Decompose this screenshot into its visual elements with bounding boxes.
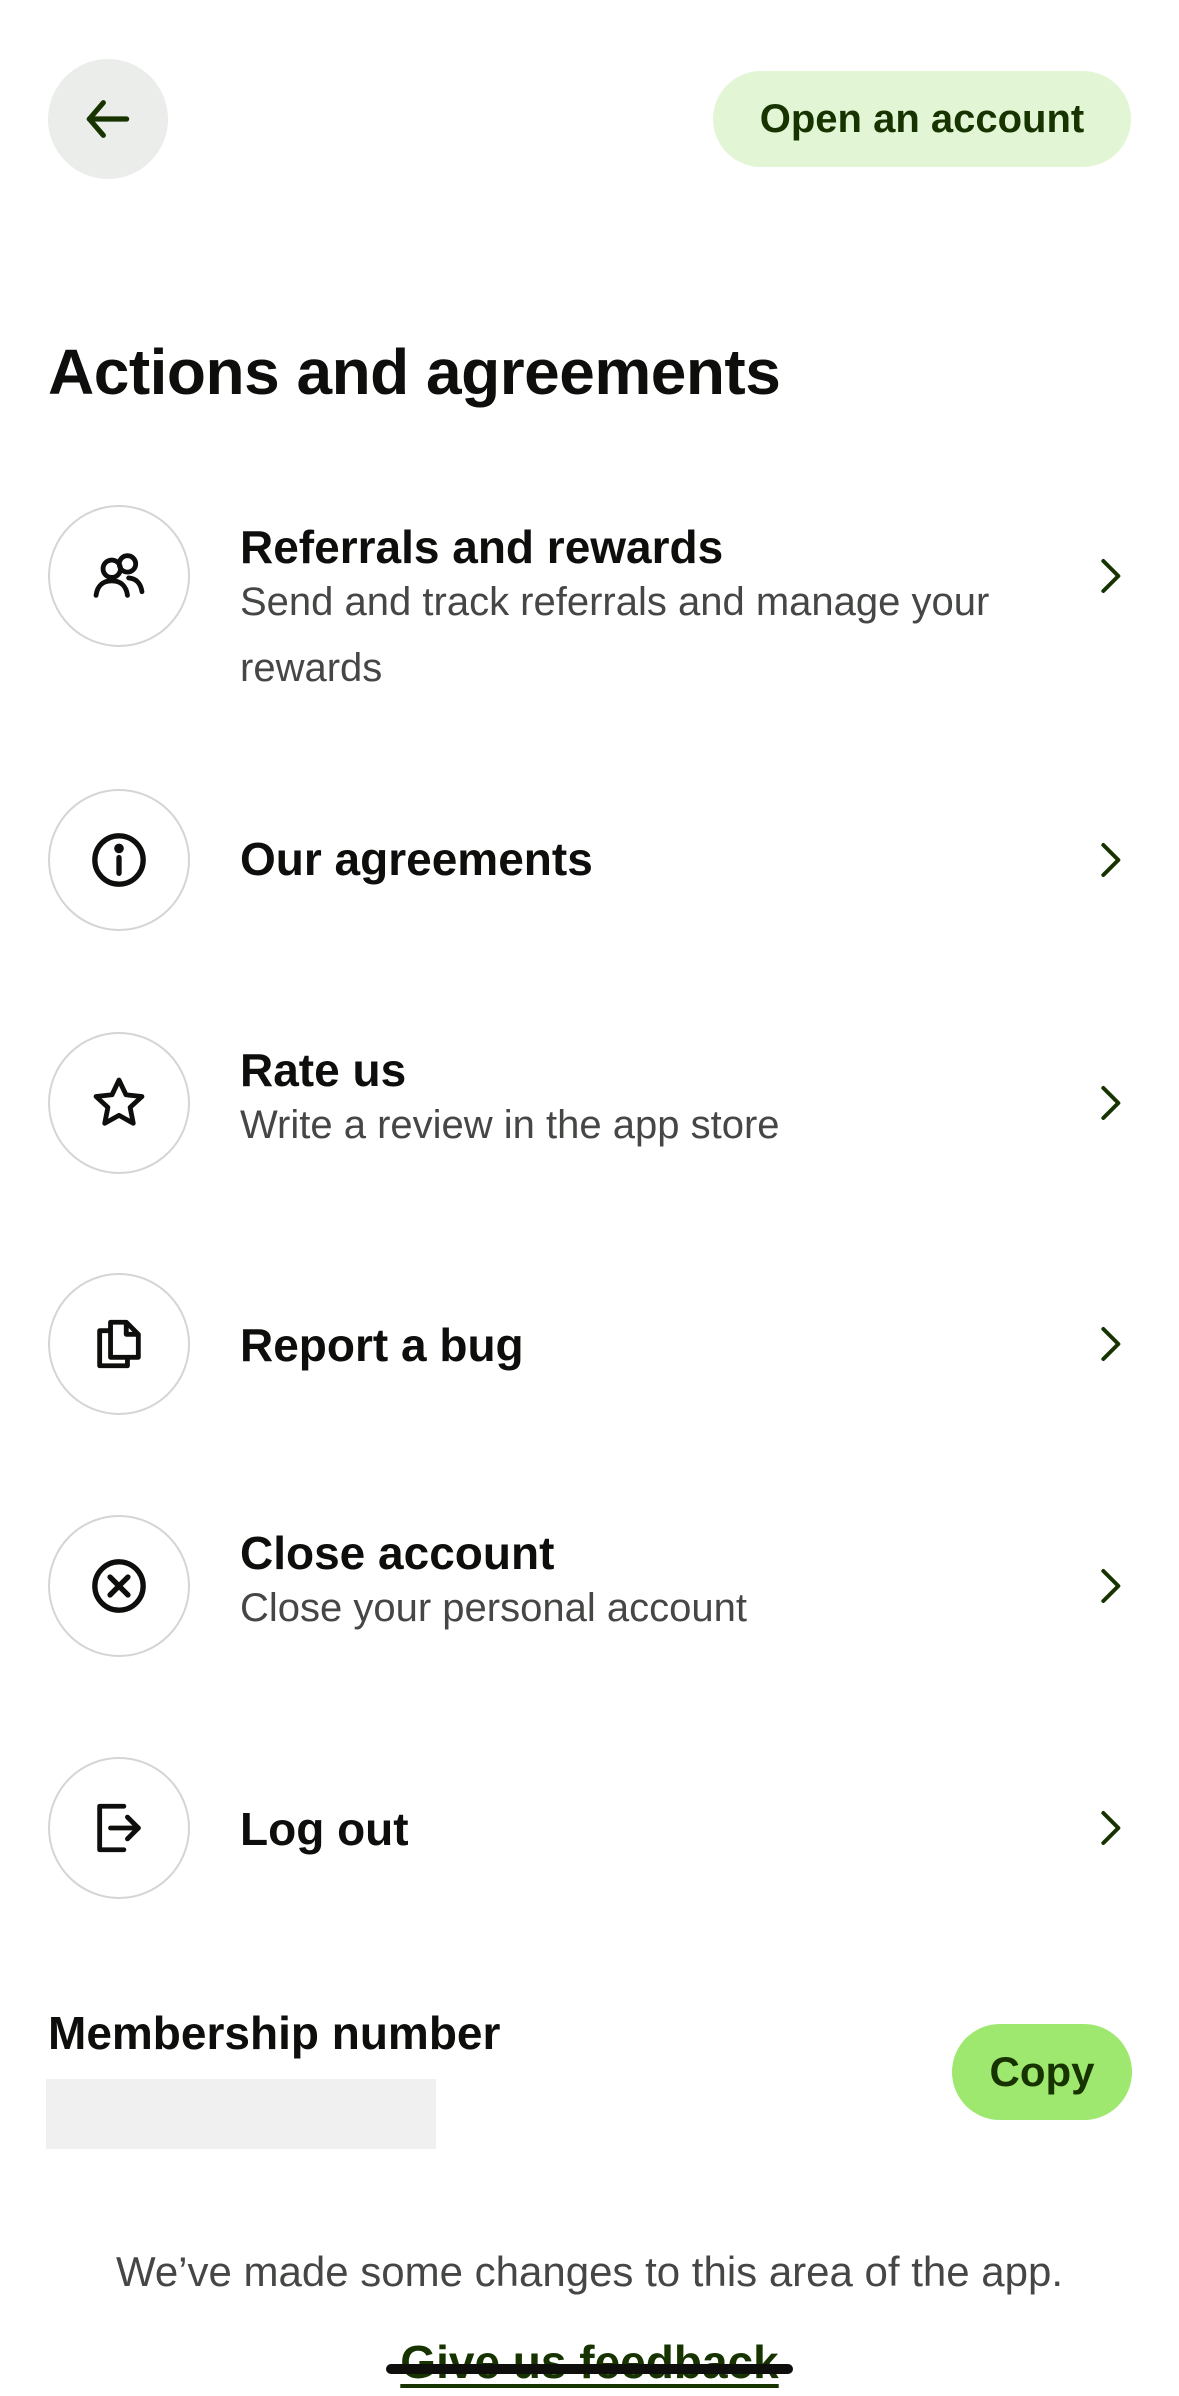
menu-item-close-account[interactable]: Close account Close your personal accoun… <box>0 1515 1179 1659</box>
menu-item-report-bug[interactable]: Report a bug <box>0 1273 1179 1417</box>
logout-icon-container <box>48 1757 190 1899</box>
info-icon-container <box>48 789 190 931</box>
people-icon <box>93 553 145 598</box>
menu-item-title: Close account <box>240 1527 555 1579</box>
back-button[interactable] <box>48 59 168 179</box>
arrow-left-icon <box>86 100 130 138</box>
menu-item-title: Report a bug <box>240 1319 524 1371</box>
star-icon-container <box>48 1032 190 1174</box>
menu-item-title: Log out <box>240 1803 409 1855</box>
menu-item-title: Our agreements <box>240 833 593 885</box>
menu-item-description: Write a review in the app store <box>240 1103 780 1147</box>
chevron-right-icon <box>1101 843 1121 877</box>
menu-item-description: Send and track referrals and manage your… <box>240 580 990 690</box>
changes-note: We’ve made some changes to this area of … <box>115 2248 1064 2295</box>
membership-number-label: Membership number <box>48 2007 501 2059</box>
copy-button[interactable]: Copy <box>952 2024 1132 2120</box>
chevron-right-icon <box>1101 1327 1121 1361</box>
feedback-link-container: Give us feedback <box>0 2332 1179 2392</box>
membership-number-value <box>46 2079 436 2149</box>
chevron-right-icon <box>1101 1086 1121 1120</box>
people-icon-container <box>48 505 190 647</box>
documents-icon <box>97 1319 141 1369</box>
chevron-right-icon <box>1101 1569 1121 1603</box>
page-title: Actions and agreements <box>48 336 781 408</box>
close-circle-icon <box>92 1559 146 1613</box>
menu-item-description: Close your personal account <box>240 1586 747 1630</box>
documents-icon-container <box>48 1273 190 1415</box>
give-feedback-link[interactable]: Give us feedback <box>400 2336 778 2388</box>
menu-item-title: Rate us <box>240 1044 407 1096</box>
menu-item-referrals[interactable]: Referrals and rewards Send and track ref… <box>0 505 1179 695</box>
logout-icon <box>97 1803 141 1853</box>
chevron-right-icon <box>1101 559 1121 593</box>
close-circle-icon-container <box>48 1515 190 1657</box>
star-icon <box>93 1077 145 1126</box>
info-icon <box>92 833 146 887</box>
menu-item-agreements[interactable]: Our agreements <box>0 789 1179 933</box>
menu-item-title: Referrals and rewards <box>240 521 724 573</box>
open-account-button[interactable]: Open an account <box>713 71 1131 167</box>
chevron-right-icon <box>1101 1811 1121 1845</box>
menu-item-rate-us[interactable]: Rate us Write a review in the app store <box>0 1032 1179 1176</box>
menu-item-log-out[interactable]: Log out <box>0 1757 1179 1901</box>
